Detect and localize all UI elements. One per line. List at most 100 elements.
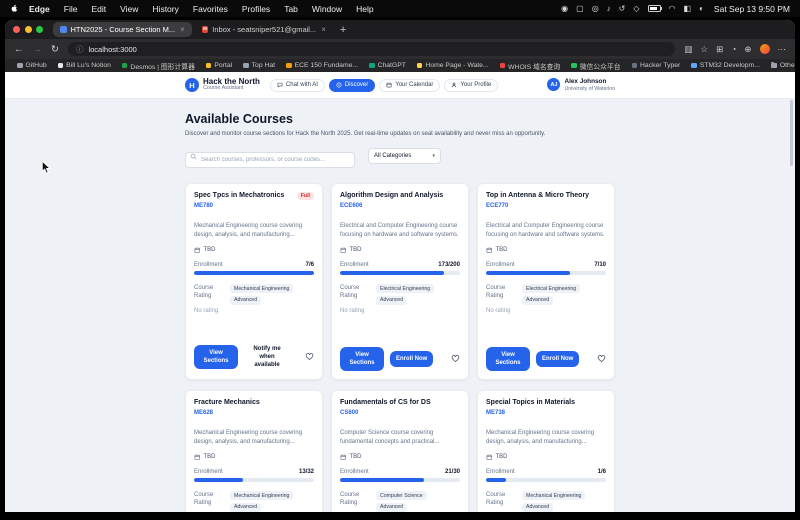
enrollment-progress [486, 271, 606, 276]
nav-discover[interactable]: Discover [328, 78, 376, 92]
back-button[interactable]: ← [14, 44, 24, 55]
favorite-item[interactable]: Desmos | 图形计算器 [121, 61, 195, 71]
menu-favorites[interactable]: Favorites [186, 4, 235, 14]
page-scrollbar-thumb[interactable] [790, 100, 793, 166]
menu-window[interactable]: Window [305, 4, 349, 14]
menu-edit[interactable]: Edit [84, 4, 113, 14]
tag-list: Mechanical Engineering Advanced [230, 491, 314, 512]
tag-list: Computer Science Advanced [376, 491, 460, 512]
notify-me-when-available-button[interactable]: Notify me when available [244, 343, 290, 371]
folder-icon [770, 62, 777, 68]
favorite-item[interactable]: ECE 150 Fundame... [286, 61, 358, 71]
favorite-heart-button[interactable] [451, 354, 460, 363]
other-favorites[interactable]: Other Favorites [770, 62, 795, 69]
extensions-icon[interactable]: ⊕ [744, 44, 751, 55]
menu-help[interactable]: Help [349, 4, 380, 14]
view-sections-button[interactable]: View Sections [194, 344, 238, 369]
zoom-icon[interactable]: ◎ [592, 4, 599, 13]
favorite-item[interactable]: Top Hat [243, 61, 275, 71]
card-actions: View Sections Enroll Now [486, 338, 606, 371]
nav-chat-with-ai[interactable]: Chat with AI [269, 78, 325, 92]
music-icon[interactable]: ♪ [607, 4, 611, 13]
calendar-icon [340, 247, 346, 253]
view-sections-button[interactable]: View Sections [340, 346, 384, 371]
forward-button[interactable]: → [33, 44, 43, 55]
chevron-down-icon: ▾ [432, 153, 435, 159]
menu-view[interactable]: View [113, 4, 145, 14]
address-field[interactable]: ⓘ localhost:3000 [67, 42, 676, 56]
nav-your-profile[interactable]: Your Profile [444, 78, 499, 92]
browser-tab-2[interactable]: M Inbox - seatsniper521@gmail... × [195, 22, 333, 37]
course-schedule: TBD [340, 247, 460, 254]
favorite-item[interactable]: 微信公众平台 [571, 61, 621, 71]
menu-profiles[interactable]: Profiles [235, 4, 277, 14]
favorite-item[interactable]: Portal [205, 61, 232, 71]
favorite-item[interactable]: Hacker Typer [631, 61, 680, 71]
category-selected-value: All Categories [374, 153, 412, 159]
menu-tab[interactable]: Tab [277, 4, 305, 14]
apple-menu[interactable] [10, 4, 18, 13]
no-rating-text: No rating [194, 307, 219, 314]
display-icon[interactable]: ▢ [576, 4, 584, 13]
menu-file[interactable]: File [57, 4, 85, 14]
favicon [499, 62, 506, 69]
more-menu-icon[interactable]: ⋯ [778, 44, 787, 55]
favorite-item[interactable]: ChatGPT [369, 61, 406, 71]
category-tag: Advanced [522, 295, 554, 305]
new-tab-button[interactable]: + [340, 24, 346, 36]
favorite-item[interactable]: GitHub [17, 61, 47, 71]
enroll-now-button[interactable]: Enroll Now [390, 350, 434, 367]
favorite-item[interactable]: Home Page - Wate... [416, 61, 489, 71]
view-sections-button[interactable]: View Sections [486, 346, 530, 371]
enroll-now-button[interactable]: Enroll Now [536, 350, 580, 367]
enrollment-progress [194, 271, 314, 276]
site-info-icon[interactable]: ⓘ [76, 44, 84, 55]
battery-icon[interactable] [647, 4, 663, 13]
zoom-window-button[interactable] [36, 26, 43, 33]
enrollment-value: 7/10 [594, 262, 606, 269]
control-center-icon[interactable]: ◧ [684, 4, 692, 13]
browser-profile-avatar[interactable] [759, 44, 770, 54]
course-description: Electrical and Computer Engineering cour… [486, 222, 605, 238]
close-window-button[interactable] [13, 26, 20, 33]
minimize-window-button[interactable] [24, 26, 32, 33]
favorite-item[interactable]: Bill Lu's Notion [57, 61, 111, 71]
favorite-item[interactable]: WHOIS 域名查询 [499, 61, 560, 71]
nav-your-calendar[interactable]: Your Calendar [379, 78, 441, 92]
course-card: Algorithm Design and Analysis ECE606 Ele… [331, 183, 469, 380]
menubar-clock[interactable]: Sat Sep 13 9:50 PM [714, 4, 790, 14]
calendar-icon [340, 454, 346, 460]
user-menu[interactable]: AJ Alex Johnson University of Waterloo [547, 78, 615, 92]
course-title: Top in Antenna & Micro Theory [486, 192, 590, 199]
copilot-icon[interactable]: ◔ [731, 44, 736, 55]
enrollment-value: 173/200 [438, 262, 460, 269]
time-machine-icon[interactable]: ↺ [619, 4, 626, 13]
split-screen-icon[interactable]: ▥ [684, 44, 692, 55]
siri-icon[interactable]: ◐ [699, 4, 704, 13]
favorites-star-icon[interactable]: ☆ [700, 44, 708, 55]
refresh-button[interactable]: ↻ [51, 44, 59, 55]
search-input[interactable] [185, 152, 355, 168]
category-select[interactable]: All Categories ▾ [368, 148, 441, 164]
calendar-icon [486, 247, 492, 253]
tab-favicon [60, 26, 67, 33]
favorite-heart-button[interactable] [597, 354, 606, 363]
category-tag: Advanced [230, 502, 262, 512]
favicon [243, 62, 249, 69]
wifi-icon[interactable]: ◠ [669, 4, 676, 13]
enrollment-label: Enrollment [340, 469, 369, 476]
collections-icon[interactable]: ⊞ [716, 44, 723, 55]
favorites-list: GitHub Bill Lu's Notion Desmos | 图形计算器 Port… [17, 61, 760, 71]
menu-edge[interactable]: Edge [22, 4, 57, 14]
favorite-label: 微信公众平台 [579, 63, 621, 71]
tab-close-icon[interactable]: × [180, 25, 185, 34]
tab-close-icon[interactable]: × [321, 25, 326, 34]
favicon [205, 62, 212, 69]
favorite-heart-button[interactable] [305, 352, 314, 361]
menu-history[interactable]: History [145, 4, 185, 14]
favorite-item[interactable]: STM32 Developm... [691, 61, 760, 71]
keyboard-brightness-icon[interactable]: ◇ [633, 4, 639, 13]
browser-tab-1[interactable]: HTN2025 - Course Section M... × [53, 22, 192, 37]
screen-record-icon[interactable]: ◉ [561, 4, 568, 13]
tag-list: Electrical Engineering Advanced [376, 284, 460, 305]
